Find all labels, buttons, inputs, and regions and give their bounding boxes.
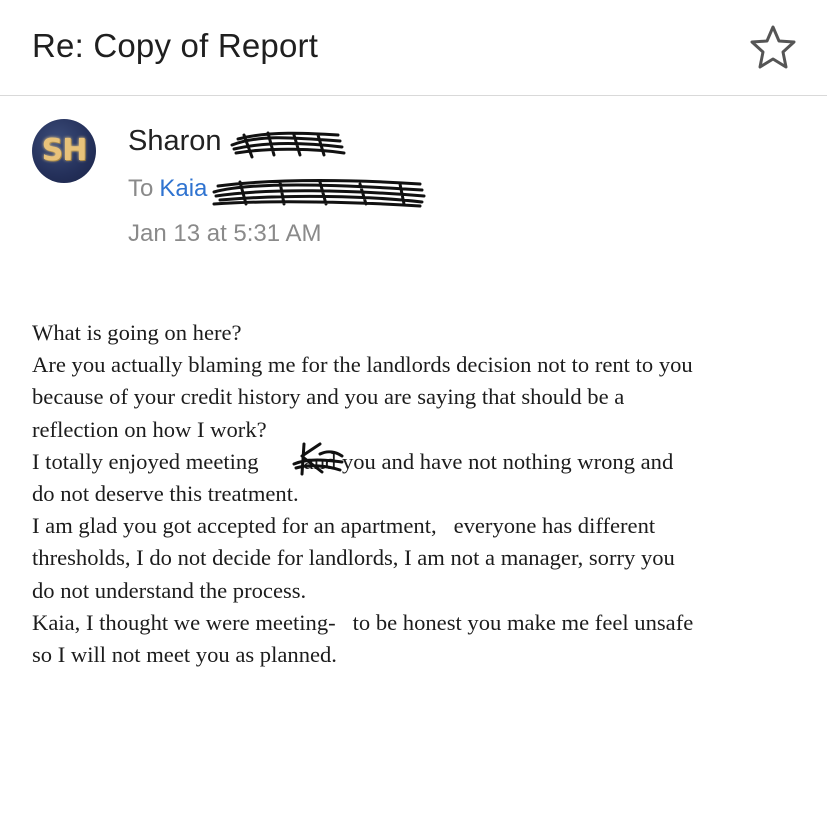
sender-surname-redaction — [230, 131, 346, 159]
body-line: reflection on how I work? — [32, 416, 267, 442]
body-line: do not understand the process. — [32, 577, 307, 603]
email-header: Re: Copy of Report — [0, 0, 827, 96]
body-line: do not deserve this treatment. — [32, 481, 299, 507]
recipients-row: To Kaia — [128, 175, 207, 203]
body-line: What is going on here? — [32, 320, 242, 345]
body-line: I totally enjoyed meeting and you and ha… — [32, 448, 674, 474]
body-line: Kaia, I thought we were meeting- to be h… — [32, 609, 694, 635]
message-date: Jan 13 at 5:31 AM — [128, 220, 322, 247]
avatar-initials: SH — [41, 133, 88, 168]
recipient-redaction — [212, 179, 426, 208]
body-line: thresholds, I do not decide for landlord… — [32, 545, 675, 571]
to-label: To — [128, 175, 154, 202]
body-line: because of your credit history and you a… — [32, 384, 625, 410]
email-subject: Re: Copy of Report — [32, 27, 319, 64]
sender-avatar[interactable]: SH — [32, 119, 96, 183]
body-line: I am glad you got accepted for an apartm… — [32, 513, 656, 539]
body-line: Are you actually blaming me for the land… — [32, 352, 693, 378]
star-icon[interactable] — [748, 24, 798, 70]
email-body: What is going on here? Are you actually … — [32, 317, 802, 671]
recipient-link[interactable]: Kaia — [159, 175, 207, 202]
body-line: so I will not meet you as planned. — [32, 642, 337, 668]
sender-name[interactable]: Sharon — [128, 125, 222, 158]
